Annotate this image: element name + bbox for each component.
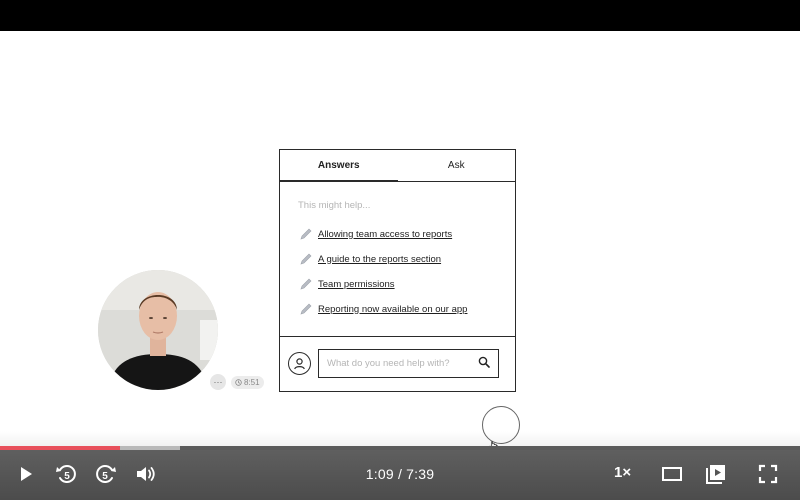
article-link[interactable]: Reporting now available on our app [298, 301, 467, 317]
help-search-input[interactable] [327, 358, 478, 369]
pencil-icon [298, 301, 314, 317]
presenter-webcam-bubble[interactable] [98, 270, 218, 390]
playlist-icon [706, 465, 725, 484]
tab-answers[interactable]: Answers [280, 150, 398, 182]
help-widget: Answers Ask This might help... Allowing … [279, 149, 516, 392]
article-link[interactable]: Allowing team access to reports [298, 226, 452, 242]
widget-tabs: Answers Ask [280, 150, 515, 182]
bubble-menu-button[interactable]: ··· [210, 374, 226, 390]
help-hint-text: This might help... [298, 200, 371, 211]
clock-icon [235, 379, 242, 386]
user-icon [288, 352, 311, 375]
time-separator: / [397, 466, 403, 482]
article-link[interactable]: A guide to the reports section [298, 251, 441, 267]
current-time: 1:09 [365, 466, 394, 482]
presenter-avatar [98, 270, 218, 390]
playlist-button[interactable] [704, 462, 728, 486]
player-controls: 5 5 1:09 / 7:39 1× [0, 450, 800, 500]
article-link[interactable]: Team permissions [298, 276, 395, 292]
article-label[interactable]: Reporting now available on our app [318, 304, 467, 315]
fullscreen-icon [758, 464, 778, 484]
pencil-icon [298, 226, 314, 242]
bubble-duration-badge: 8:51 [231, 376, 264, 389]
top-black-bar [0, 0, 800, 31]
search-icon[interactable] [478, 355, 490, 373]
theater-mode-button[interactable] [660, 462, 684, 486]
theater-icon [662, 467, 682, 481]
pencil-icon [298, 276, 314, 292]
video-frame[interactable]: Answers Ask This might help... Allowing … [0, 31, 800, 477]
pencil-icon [298, 251, 314, 267]
article-label[interactable]: Allowing team access to reports [318, 229, 452, 240]
widget-divider [280, 336, 515, 337]
article-label[interactable]: Team permissions [318, 279, 395, 290]
tab-ask[interactable]: Ask [398, 150, 516, 181]
playback-speed-button[interactable]: 1× [614, 464, 631, 481]
fullscreen-button[interactable] [756, 462, 780, 486]
total-time: 7:39 [406, 466, 435, 482]
article-label[interactable]: A guide to the reports section [318, 254, 441, 265]
bubble-duration-text: 8:51 [244, 378, 260, 387]
help-search-box [318, 349, 499, 378]
